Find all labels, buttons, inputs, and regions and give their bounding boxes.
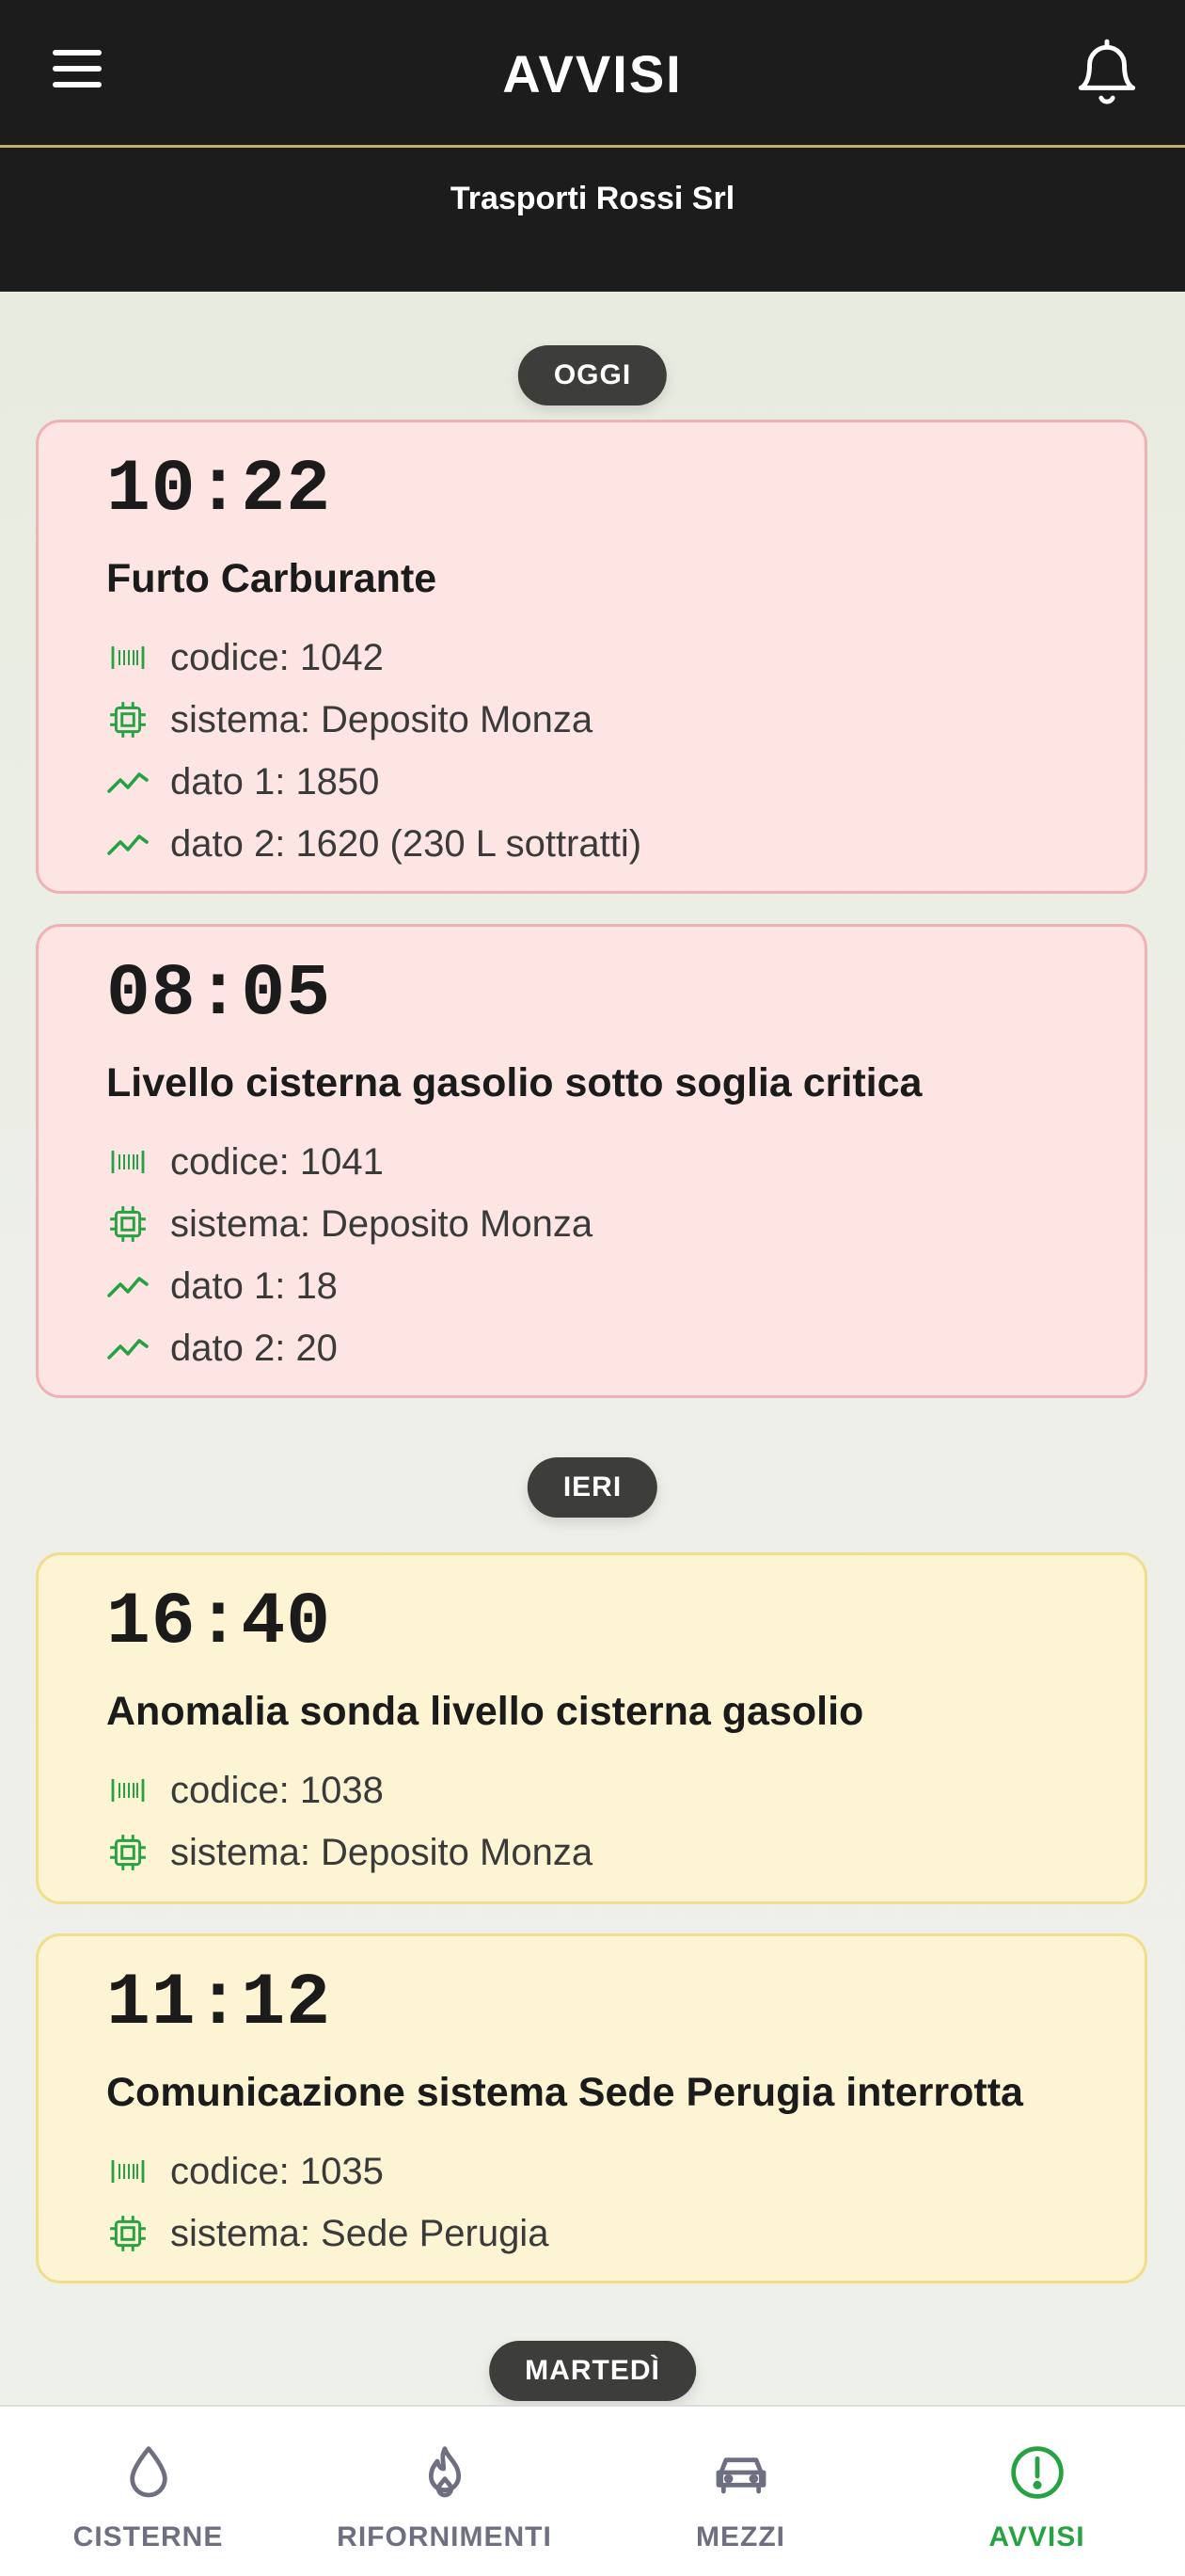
alert-detail-row: codice: 1042: [106, 629, 384, 686]
group-label-tuesday: MARTEDÌ: [489, 2341, 696, 2401]
bell-icon: [1078, 39, 1136, 104]
group-label-yesterday: IERI: [527, 1457, 658, 1518]
nav-label: RIFORNIMENTI: [337, 2521, 552, 2552]
barcode-icon: [106, 636, 150, 679]
alert-detail-row: codice: 1041: [106, 1134, 384, 1190]
group-label-today: OGGI: [517, 345, 668, 405]
droplet-icon: [129, 2446, 167, 2498]
alert-time: 11:12: [106, 1963, 332, 2045]
alert-detail-row: codice: 1038: [106, 1762, 384, 1819]
nav-tab-mezzi[interactable]: MEZZI: [592, 2407, 889, 2576]
alert-detail-row: dato 2: 1620 (230 L sottratti): [106, 816, 641, 872]
alert-time: 08:05: [106, 953, 332, 1036]
nav-tab-cisterne[interactable]: CISTERNE: [0, 2407, 296, 2576]
barcode-icon: [106, 1769, 150, 1812]
alert-card[interactable]: 08:05 Livello cisterna gasolio sotto sog…: [36, 924, 1147, 1398]
trend-icon: [106, 760, 150, 803]
trend-icon: [106, 1264, 150, 1308]
alert-title: Comunicazione sistema Sede Perugia inter…: [106, 2070, 1023, 2115]
alert-card[interactable]: 11:12 Comunicazione sistema Sede Perugia…: [36, 1933, 1147, 2283]
alert-detail-row: sistema: Sede Perugia: [106, 2205, 548, 2262]
chip-icon: [106, 1202, 150, 1246]
car-icon: [716, 2457, 766, 2494]
bottom-navigation: CISTERNE RIFORNIMENTI MEZZI AVVISI: [0, 2405, 1185, 2576]
nav-tab-rifornimenti[interactable]: RIFORNIMENTI: [296, 2407, 592, 2576]
header-divider: [0, 145, 1185, 148]
alert-time: 10:22: [106, 449, 332, 532]
alert-card[interactable]: 10:22 Furto Carburante codice: 1042 sist…: [36, 420, 1147, 894]
nav-tab-avvisi[interactable]: AVVISI: [889, 2407, 1185, 2576]
alert-title: Furto Carburante: [106, 556, 437, 601]
chip-icon: [106, 1831, 150, 1874]
trend-icon: [106, 822, 150, 866]
company-name: Trasporti Rossi Srl: [450, 181, 735, 216]
notifications-button[interactable]: [1072, 36, 1142, 111]
barcode-icon: [106, 1140, 150, 1184]
alert-detail-row: dato 1: 18: [106, 1258, 338, 1314]
alert-time: 16:40: [106, 1582, 332, 1664]
nav-label: CISTERNE: [72, 2521, 224, 2552]
barcode-icon: [106, 2150, 150, 2193]
flame-icon: [428, 2446, 461, 2498]
alert-card[interactable]: 16:40 Anomalia sonda livello cisterna ga…: [36, 1552, 1147, 1904]
alert-detail-row: dato 1: 1850: [106, 754, 379, 810]
page-title: AVVISI: [502, 44, 683, 103]
nav-label: AVVISI: [988, 2521, 1085, 2552]
alert-detail-row: codice: 1035: [106, 2143, 384, 2200]
alert-detail-row: sistema: Deposito Monza: [106, 692, 592, 748]
app-header: AVVISI Trasporti Rossi Srl: [0, 0, 1185, 292]
nav-label: MEZZI: [696, 2521, 785, 2552]
alert-title: Anomalia sonda livello cisterna gasolio: [106, 1689, 864, 1734]
alert-circle-icon: [1010, 2446, 1064, 2499]
alert-title: Livello cisterna gasolio sotto soglia cr…: [106, 1060, 923, 1105]
chip-icon: [106, 2212, 150, 2255]
alert-detail-row: dato 2: 20: [106, 1320, 338, 1376]
alert-detail-row: sistema: Deposito Monza: [106, 1196, 592, 1252]
trend-icon: [106, 1327, 150, 1370]
chip-icon: [106, 698, 150, 741]
alert-detail-row: sistema: Deposito Monza: [106, 1824, 592, 1881]
